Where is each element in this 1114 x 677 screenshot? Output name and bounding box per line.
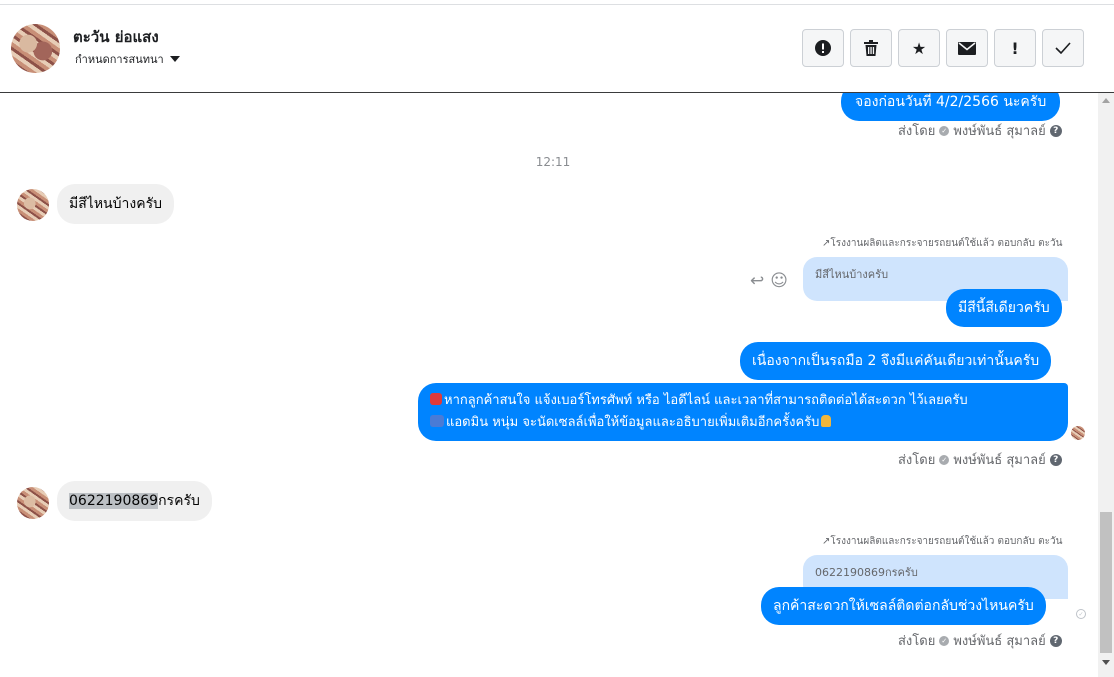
sent-status-icon: ✓ — [1076, 609, 1086, 619]
star-button[interactable]: ★ — [898, 29, 940, 67]
message-bubble-incoming[interactable]: มีสีไหนบ้างครับ — [57, 184, 174, 224]
message-bubble-outgoing[interactable]: เนื่องจากเป็นรถมือ 2 จึงมีแค่คันเดียวเท่… — [740, 342, 1052, 380]
mark-done-button[interactable] — [1042, 29, 1084, 67]
verified-icon: ✓ — [939, 635, 950, 646]
message-text: แอดมิน หนุ่ม จะนัดเซลล์เพื่อให้ข้อมูลและ… — [446, 415, 820, 430]
assign-conversation-dropdown[interactable]: กำหนดการสนทนา — [75, 50, 180, 68]
envelope-icon — [958, 41, 976, 55]
sender-name[interactable]: พงษ์พันธ์ สุมาลย์ — [953, 630, 1045, 651]
sent-by-line: ส่งโดย ✓ พงษ์พันธ์ สุมาลย์ ? — [898, 630, 1062, 651]
star-icon: ★ — [911, 38, 927, 58]
reply-context-note: ↗โรงงานผลิตและกระจายรถยนต์ใช้แล้ว ตอบกลั… — [822, 534, 1062, 549]
conversation-header: ตะวัน ย่อแสง กำหนดการสนทนา ★ ! — [0, 5, 1114, 93]
message-text: จองก่อนวันที่ 4/2/2566 นะครับ — [855, 94, 1047, 110]
message-text: เนื่องจากเป็นรถมือ 2 จึงมีแค่คันเดียวเท่… — [752, 353, 1040, 369]
message-bubble-outgoing[interactable]: ลูกค้าสะดวกให้เซลล์ติดต่อกลับช่วงไหนครับ — [761, 587, 1046, 625]
delete-button[interactable] — [850, 29, 892, 67]
message-thread[interactable]: จองก่อนวันที่ 4/2/2566 นะครับ ส่งโดย ✓ พ… — [0, 93, 1098, 677]
scroll-thumb[interactable] — [1100, 512, 1112, 653]
sent-by-line: ส่งโดย ✓ พงษ์พันธ์ สุมาลย์ ? — [898, 120, 1062, 141]
pray-emoji-icon — [821, 415, 832, 427]
seen-avatar — [1071, 426, 1085, 440]
reply-icon[interactable]: ↩ — [750, 271, 764, 291]
scroll-up-arrow-icon[interactable] — [1102, 98, 1110, 103]
message-text: ลูกค้าสะดวกให้เซลล์ติดต่อกลับช่วงไหนครับ — [773, 598, 1034, 614]
mark-spam-button[interactable] — [802, 29, 844, 67]
caret-down-icon — [169, 56, 180, 62]
message-bubble-outgoing[interactable]: มีสีนี้สีเดียวครับ — [946, 289, 1062, 327]
help-icon[interactable]: ? — [1049, 634, 1062, 647]
checkmark-icon — [1055, 42, 1071, 54]
telephone-emoji-icon — [430, 393, 442, 405]
trash-icon — [864, 40, 878, 56]
sent-by-line: ส่งโดย ✓ พงษ์พันธ์ สุมาลย์ ? — [898, 449, 1062, 470]
message-actions: ↩ ☺ — [750, 271, 788, 291]
reply-note-text: โรงงานผลิตและกระจายรถยนต์ใช้แล้ว ตอบกลับ… — [830, 536, 1063, 547]
scroll-down-arrow-icon[interactable] — [1102, 660, 1110, 665]
verified-icon: ✓ — [939, 454, 950, 465]
message-text: มีสีไหนบ้างครับ — [69, 196, 162, 212]
exclamation-icon: ! — [1011, 38, 1019, 58]
message-line-2: แอดมิน หนุ่ม จะนัดเซลล์เพื่อให้ข้อมูลและ… — [430, 412, 1056, 434]
sent-by-prefix: ส่งโดย — [898, 453, 936, 468]
message-bubble-incoming[interactable]: 0622190869กรครับ — [57, 481, 212, 521]
sent-by-prefix: ส่งโดย — [898, 124, 936, 139]
selected-phone-number[interactable]: 0622190869 — [69, 493, 159, 509]
sender-name[interactable]: พงษ์พันธ์ สุมาลย์ — [953, 449, 1045, 470]
follow-up-button[interactable]: ! — [994, 29, 1036, 67]
help-icon[interactable]: ? — [1049, 453, 1062, 466]
reaction-smiley-icon[interactable]: ☺ — [770, 271, 788, 291]
contact-avatar[interactable] — [11, 24, 60, 73]
sender-avatar[interactable] — [17, 487, 49, 519]
people-emoji-icon — [430, 415, 444, 427]
message-bubble-outgoing[interactable]: หากลูกค้าสนใจ แจ้งเบอร์โทรศัพท์ หรือ ไอด… — [418, 383, 1068, 441]
sent-by-prefix: ส่งโดย — [898, 634, 936, 649]
reply-context-note: ↗โรงงานผลิตและกระจายรถยนต์ใช้แล้ว ตอบกลั… — [822, 236, 1062, 251]
reply-note-text: โรงงานผลิตและกระจายรถยนต์ใช้แล้ว ตอบกลับ… — [830, 238, 1063, 249]
message-text: มีสีนี้สีเดียวครับ — [958, 300, 1050, 316]
message-text: กรครับ — [158, 493, 200, 509]
inbox-page: ตะวัน ย่อแสง กำหนดการสนทนา ★ ! จองก่อนวั… — [0, 0, 1114, 677]
sender-name[interactable]: พงษ์พันธ์ สุมาลย์ — [953, 120, 1045, 141]
assign-label: กำหนดการสนทนา — [75, 53, 164, 66]
message-text: หากลูกค้าสนใจ แจ้งเบอร์โทรศัพท์ หรือ ไอด… — [444, 393, 968, 408]
help-icon[interactable]: ? — [1049, 124, 1062, 137]
thread-scrollbar[interactable] — [1098, 93, 1114, 677]
message-line-1: หากลูกค้าสนใจ แจ้งเบอร์โทรศัพท์ หรือ ไอด… — [430, 390, 1056, 412]
verified-icon: ✓ — [939, 125, 950, 136]
quoted-text: มีสีไหนบ้างครับ — [815, 268, 889, 281]
contact-name[interactable]: ตะวัน ย่อแสง — [73, 25, 159, 49]
message-bubble-outgoing[interactable]: จองก่อนวันที่ 4/2/2566 นะครับ — [841, 93, 1061, 121]
quoted-text: 0622190869กรครับ — [815, 566, 918, 579]
alert-circle-icon — [815, 40, 831, 56]
sender-avatar[interactable] — [17, 189, 49, 221]
mark-unread-button[interactable] — [946, 29, 988, 67]
timestamp: 12:11 — [535, 155, 571, 169]
